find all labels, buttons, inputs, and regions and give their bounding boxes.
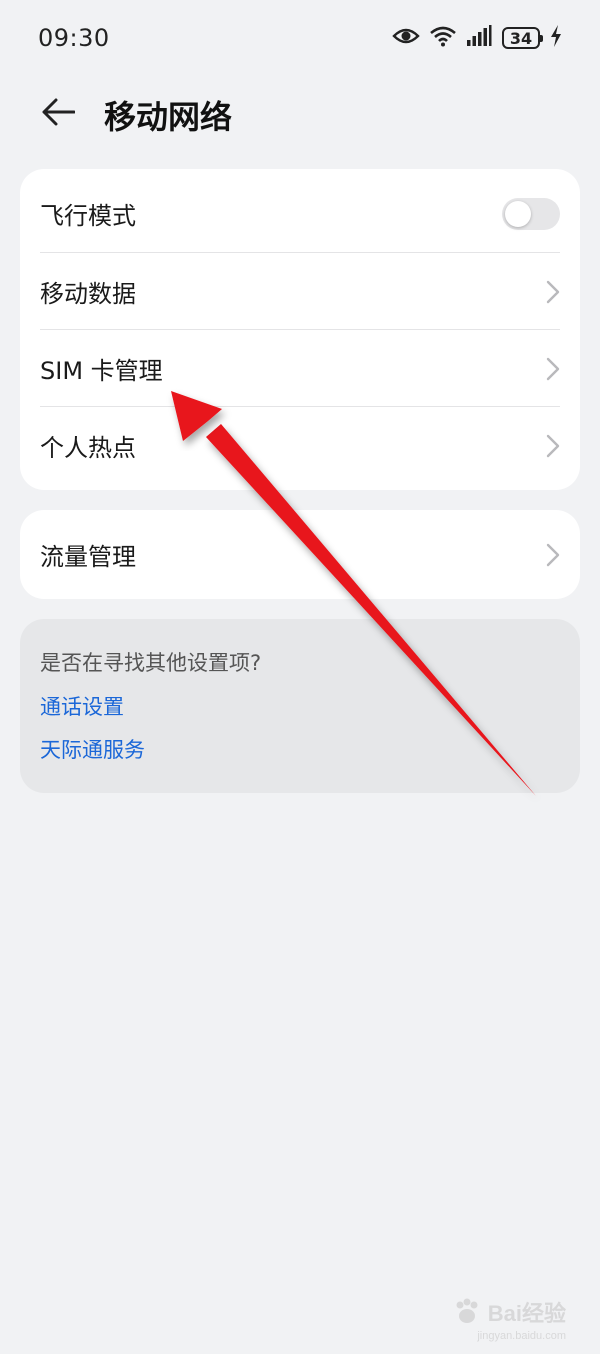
eye-icon: [392, 26, 420, 50]
traffic-management-label: 流量管理: [40, 543, 136, 571]
airplane-mode-row[interactable]: 飞行模式: [20, 175, 580, 252]
suggestions-panel: 是否在寻找其他设置项? 通话设置 天际通服务: [20, 619, 580, 793]
suggestions-title: 是否在寻找其他设置项?: [40, 651, 262, 675]
chevron-right-icon: [546, 434, 560, 458]
paw-logo-icon: [456, 1298, 478, 1323]
skytone-service-link[interactable]: 天际通服务: [40, 734, 145, 764]
toggle-knob: [505, 200, 531, 227]
mobile-data-row[interactable]: 移动数据: [20, 253, 580, 330]
status-icons: 34: [392, 24, 562, 52]
chevron-right-icon: [546, 357, 560, 381]
sim-management-row[interactable]: SIM 卡管理: [20, 330, 580, 407]
wifi-icon: [430, 25, 456, 51]
hotspot-label: 个人热点: [40, 434, 136, 462]
call-settings-link[interactable]: 通话设置: [40, 691, 124, 721]
airplane-mode-label: 飞行模式: [40, 202, 136, 230]
status-bar: 09:30 34: [0, 0, 600, 76]
watermark-url: jingyan.baidu.com: [477, 1330, 566, 1342]
charging-icon: [550, 25, 562, 51]
signal-icon: [466, 25, 492, 51]
network-settings-card: 飞行模式 移动数据 SIM 卡管理 个人热点: [20, 169, 580, 490]
hotspot-row[interactable]: 个人热点: [20, 407, 580, 484]
chevron-right-icon: [546, 280, 560, 304]
chevron-right-icon: [546, 543, 560, 567]
traffic-management-row[interactable]: 流量管理: [20, 516, 580, 593]
airplane-mode-toggle[interactable]: [502, 197, 560, 230]
page-title: 移动网络: [104, 98, 233, 136]
back-button[interactable]: [34, 90, 82, 138]
page-header: 移动网络: [0, 76, 600, 156]
mobile-data-label: 移动数据: [40, 280, 136, 308]
traffic-card: 流量管理: [20, 510, 580, 599]
back-arrow-icon: [41, 98, 76, 130]
battery-icon: 34: [502, 27, 543, 49]
status-time: 09:30: [38, 24, 110, 52]
baidu-watermark: Bai经验 jingyan.baidu.com: [452, 1296, 566, 1342]
watermark-text: Bai经验: [487, 1301, 566, 1326]
sim-management-label: SIM 卡管理: [40, 357, 163, 385]
